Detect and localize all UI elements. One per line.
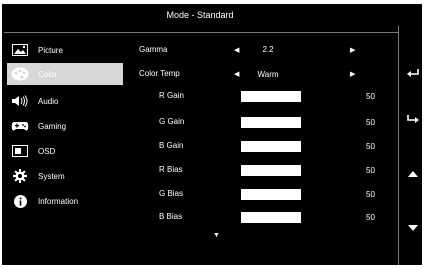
sidebar-item-audio[interactable]: Audio [7, 90, 123, 112]
color-temp-right-arrow[interactable]: ▶ [350, 70, 355, 78]
b-bias-value: 50 [366, 213, 375, 222]
b-gain-slider[interactable] [241, 141, 301, 152]
osd-window: Mode - Standard Picture Color Audio Gami… [2, 4, 422, 265]
b-gain-label: B Gain [159, 141, 184, 150]
b-gain-value: 50 [366, 142, 375, 151]
sidebar-item-osd[interactable]: OSD [7, 140, 123, 162]
down-icon[interactable] [404, 224, 422, 235]
color-temp-label: Color Temp [139, 69, 180, 78]
back-icon[interactable] [404, 68, 422, 81]
sidebar-item-label: Information [38, 196, 79, 206]
info-icon [10, 193, 30, 209]
r-gain-value: 50 [366, 92, 375, 101]
sidebar-item-label: Audio [38, 96, 59, 106]
sidebar-item-label: Picture [38, 45, 63, 55]
r-gain-label: R Gain [159, 91, 184, 100]
g-gain-label: G Gain [159, 117, 185, 126]
sidebar-item-picture[interactable]: Picture [7, 39, 123, 61]
sidebar-item-label: System [38, 171, 65, 181]
gamma-label: Gamma [139, 45, 168, 54]
gamepad-icon [10, 118, 30, 134]
osd-title: Mode - Standard [166, 10, 234, 20]
sidebar-item-label: Gaming [38, 121, 67, 131]
palette-icon [10, 66, 30, 82]
g-bias-slider[interactable] [241, 189, 301, 200]
osd-icon [10, 143, 30, 159]
sidebar-item-gaming[interactable]: Gaming [7, 115, 123, 137]
g-bias-label: G Bias [159, 189, 184, 198]
r-bias-value: 50 [366, 166, 375, 175]
sidebar-item-label: OSD [38, 146, 56, 156]
sidebar-item-information[interactable]: Information [7, 190, 123, 212]
sidebar-item-label: Color [38, 69, 58, 79]
gamma-right-arrow[interactable]: ▶ [350, 46, 355, 54]
speaker-icon [10, 93, 30, 109]
up-icon[interactable] [404, 170, 422, 181]
b-bias-label: B Bias [159, 212, 183, 221]
scroll-down-icon[interactable]: ▼ [213, 232, 220, 239]
g-gain-slider[interactable] [241, 117, 301, 128]
sidebar-item-color[interactable]: Color [7, 63, 123, 85]
gear-icon [10, 168, 30, 184]
r-bias-slider[interactable] [241, 165, 301, 176]
r-gain-slider[interactable] [241, 91, 301, 102]
picture-icon [10, 42, 30, 58]
g-bias-value: 50 [366, 190, 375, 199]
r-bias-label: R Bias [159, 165, 183, 174]
g-gain-value: 50 [366, 118, 375, 127]
color-temp-value: Warm [257, 70, 279, 79]
gamma-value: 2.2 [262, 45, 274, 54]
sidebar-item-system[interactable]: System [7, 165, 123, 187]
b-bias-slider[interactable] [241, 212, 301, 223]
enter-icon[interactable] [404, 114, 422, 127]
header-divider [4, 32, 398, 33]
nav-divider [398, 26, 399, 265]
